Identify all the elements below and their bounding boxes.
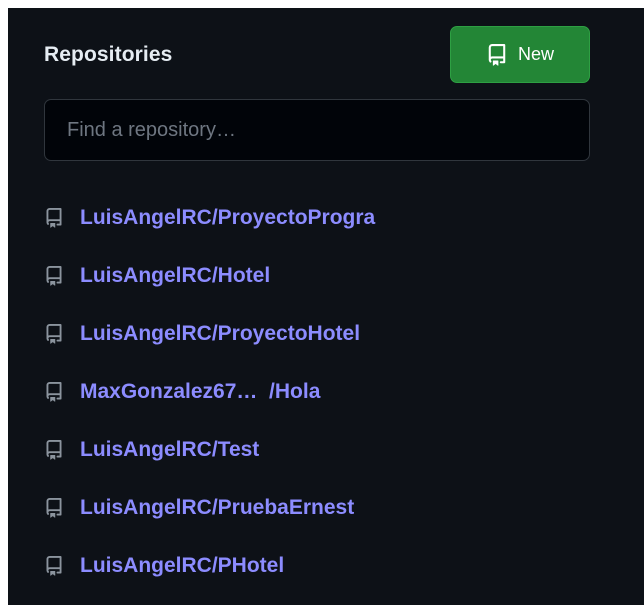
search-container bbox=[44, 99, 590, 161]
repository-list-item: LuisAngelRC/PHotel bbox=[44, 537, 604, 595]
repository-link[interactable]: LuisAngelRC/Hotel bbox=[80, 264, 270, 288]
new-repository-button[interactable]: New bbox=[450, 26, 590, 83]
repository-list: LuisAngelRC/ProyectoProgra LuisAngelRC/H… bbox=[44, 189, 604, 595]
repo-icon bbox=[44, 265, 64, 287]
repository-list-item: LuisAngelRC/Test bbox=[44, 421, 604, 479]
repository-list-item: LuisAngelRC/Hotel bbox=[44, 247, 604, 305]
repository-link[interactable]: LuisAngelRC/Test bbox=[80, 438, 259, 462]
repository-link[interactable]: LuisAngelRC/ProyectoProgra bbox=[80, 206, 375, 230]
repo-icon bbox=[44, 497, 64, 519]
repository-link[interactable]: MaxGonzalez67… /Hola bbox=[80, 380, 320, 404]
repo-icon bbox=[44, 323, 64, 345]
repository-link[interactable]: LuisAngelRC/ProyectoHotel bbox=[80, 322, 360, 346]
repository-list-item: LuisAngelRC/ProyectoProgra bbox=[44, 189, 604, 247]
repository-link[interactable]: LuisAngelRC/PruebaErnest bbox=[80, 496, 354, 520]
new-button-label: New bbox=[517, 44, 554, 64]
find-repository-input[interactable] bbox=[44, 99, 590, 161]
repositories-header: Repositories New bbox=[44, 26, 590, 84]
repository-list-item: LuisAngelRC/PruebaErnest bbox=[44, 479, 604, 537]
repo-icon bbox=[44, 555, 64, 577]
repositories-panel: Repositories New LuisAngelRC/ProyectoPro… bbox=[8, 8, 644, 605]
repo-icon bbox=[44, 439, 64, 461]
repo-icon bbox=[486, 43, 508, 66]
section-title: Repositories bbox=[44, 43, 173, 66]
repository-list-item: MaxGonzalez67… /Hola bbox=[44, 363, 604, 421]
repo-icon bbox=[44, 207, 64, 229]
repo-icon bbox=[44, 381, 64, 403]
repository-link[interactable]: LuisAngelRC/PHotel bbox=[80, 554, 284, 578]
repository-list-item: LuisAngelRC/ProyectoHotel bbox=[44, 305, 604, 363]
